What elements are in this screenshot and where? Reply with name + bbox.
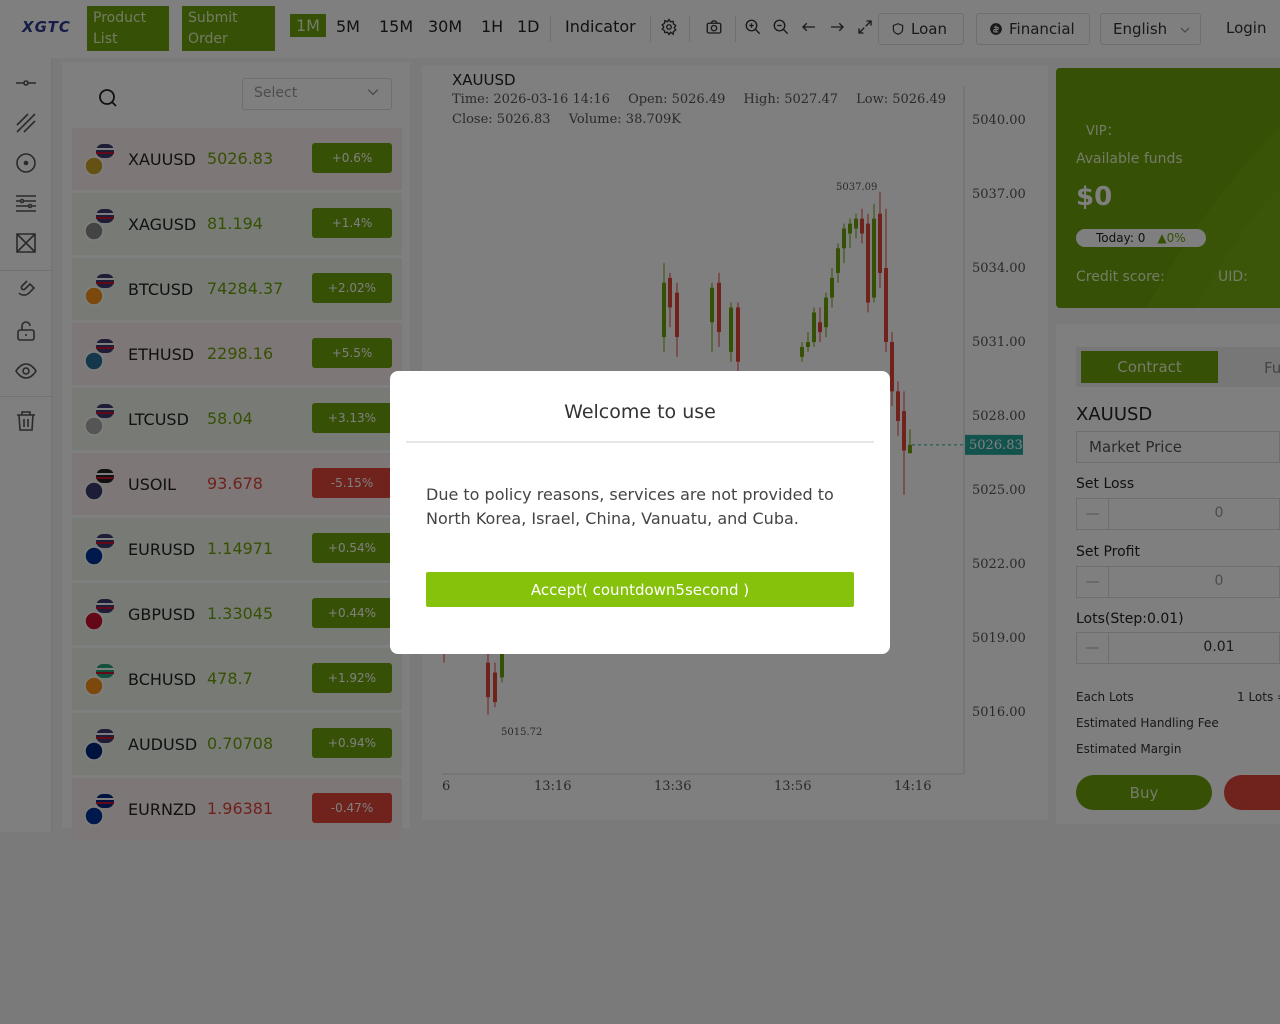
- modal-title: Welcome to use: [564, 401, 716, 423]
- welcome-modal: Welcome to use Due to policy reasons, se…: [390, 371, 890, 654]
- modal-divider: [406, 441, 874, 443]
- accept-button[interactable]: Accept( countdown5second ): [426, 572, 854, 607]
- modal-body: Due to policy reasons, services are not …: [426, 485, 834, 528]
